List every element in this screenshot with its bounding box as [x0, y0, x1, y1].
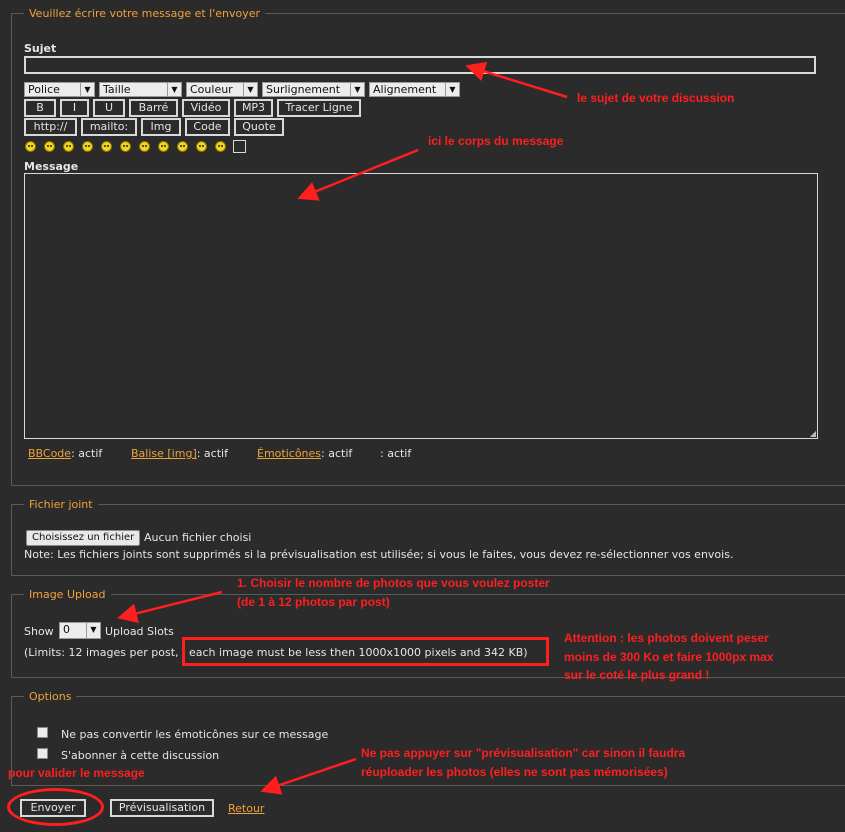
mp3-button[interactable]: MP3: [234, 99, 273, 117]
img-tag-state: : actif: [196, 447, 228, 460]
extra-status: : actif: [380, 447, 412, 460]
resize-grip-icon[interactable]: ◢: [810, 429, 816, 438]
size-select[interactable]: Taille ▼: [99, 82, 182, 97]
smiley-icon[interactable]: [215, 141, 226, 152]
emoticons-state: : actif: [321, 447, 353, 460]
more-smileys-box[interactable]: [233, 140, 246, 153]
emoticons-link[interactable]: Émoticônes: [257, 447, 321, 460]
smiley-icon[interactable]: [82, 141, 93, 152]
smiley-icon[interactable]: [44, 141, 55, 152]
show-label: Show: [24, 625, 54, 638]
align-select[interactable]: Alignement ▼: [369, 82, 460, 97]
smiley-icon[interactable]: [120, 141, 131, 152]
mailto-button[interactable]: mailto:: [81, 118, 137, 136]
message-label: Message: [24, 160, 79, 173]
no-emoticons-label: Ne pas convertir les émoticônes sur ce m…: [61, 728, 329, 741]
smiley-icon[interactable]: [63, 141, 74, 152]
smiley-icon[interactable]: [25, 141, 36, 152]
slots-select[interactable]: 0 ▼: [59, 622, 101, 639]
warning-annotation-2: moins de 300 Ko et faire 1000px max: [564, 650, 774, 664]
send-highlight-ellipse: [7, 788, 104, 826]
smiley-icon[interactable]: [139, 141, 150, 152]
limits-highlight-box: [182, 637, 549, 666]
subject-label: Sujet: [24, 42, 57, 55]
message-legend: Veuillez écrire votre message et l'envoy…: [29, 7, 261, 20]
color-select[interactable]: Couleur ▼: [186, 82, 258, 97]
color-select-label: Couleur: [190, 83, 233, 96]
upload-legend: Image Upload: [29, 588, 106, 601]
font-select[interactable]: Police ▼: [24, 82, 95, 97]
smiley-icon[interactable]: [158, 141, 169, 152]
size-select-label: Taille: [103, 83, 131, 96]
font-select-label: Police: [28, 83, 60, 96]
slots-select-value: 0: [63, 623, 70, 636]
smiley-icon[interactable]: [196, 141, 207, 152]
img-button[interactable]: Img: [141, 118, 181, 136]
underline-button[interactable]: U: [93, 99, 125, 117]
limits-text-1: (Limits: 12 images per post,: [24, 646, 179, 659]
quote-button[interactable]: Quote: [234, 118, 284, 136]
attachment-legend: Fichier joint: [29, 498, 93, 511]
align-select-label: Alignement: [373, 83, 437, 96]
upload-annotation-2: (de 1 à 12 photos par post): [237, 595, 390, 609]
bold-button[interactable]: B: [24, 99, 56, 117]
subscribe-checkbox[interactable]: [37, 748, 48, 759]
bbcode-state: : actif: [71, 447, 103, 460]
editor-status-row: BBCode: actif: [28, 447, 102, 460]
message-textarea[interactable]: ◢: [24, 173, 818, 439]
preview-annotation-1: Ne pas appuyer sur "prévisualisation" ca…: [361, 746, 686, 760]
subject-input[interactable]: [24, 56, 816, 74]
choose-file-button[interactable]: Choisissez un fichier: [26, 530, 141, 546]
chevron-down-icon: ▼: [86, 623, 100, 638]
no-emoticons-checkbox[interactable]: [37, 727, 48, 738]
strike-button[interactable]: Barré: [129, 99, 178, 117]
chevron-down-icon: ▼: [80, 83, 94, 96]
bbcode-link[interactable]: BBCode: [28, 447, 71, 460]
no-file-text: Aucun fichier choisi: [144, 531, 252, 544]
back-link[interactable]: Retour: [228, 802, 264, 815]
subscribe-label: S'abonner à cette discussion: [61, 749, 220, 762]
warning-annotation-3: sur le coté le plus grand !: [564, 668, 710, 682]
preview-button[interactable]: Prévisualisation: [110, 799, 214, 817]
send-annotation: pour valider le message: [8, 766, 145, 780]
warning-annotation-1: Attention : les photos doivent peser: [564, 631, 769, 645]
highlight-select-label: Surlignement: [266, 83, 341, 96]
chevron-down-icon: ▼: [167, 83, 181, 96]
http-button[interactable]: http://: [24, 118, 77, 136]
img-status: Balise [img]: actif: [131, 447, 228, 460]
italic-button[interactable]: I: [60, 99, 89, 117]
subject-annotation: le sujet de votre discussion: [577, 91, 735, 105]
slots-label: Upload Slots: [105, 625, 174, 638]
smiley-icon[interactable]: [177, 141, 188, 152]
draw-line-button[interactable]: Tracer Ligne: [277, 99, 361, 117]
img-tag-link[interactable]: Balise [img]: [131, 447, 197, 460]
emoticons-status: Émoticônes: actif: [257, 447, 352, 460]
smiley-icon[interactable]: [101, 141, 112, 152]
attachment-note: Note: Les fichiers joints sont supprimés…: [24, 548, 734, 561]
video-button[interactable]: Vidéo: [182, 99, 230, 117]
preview-annotation-2: réuploader les photos (elles ne sont pas…: [361, 765, 668, 779]
highlight-select[interactable]: Surlignement ▼: [262, 82, 365, 97]
chevron-down-icon: ▼: [445, 83, 459, 96]
chevron-down-icon: ▼: [243, 83, 257, 96]
body-annotation: ici le corps du message: [428, 134, 564, 148]
upload-annotation-1: 1. Choisir le nombre de photos que vous …: [237, 576, 550, 590]
code-button[interactable]: Code: [185, 118, 230, 136]
chevron-down-icon: ▼: [350, 83, 364, 96]
options-legend: Options: [29, 690, 72, 703]
